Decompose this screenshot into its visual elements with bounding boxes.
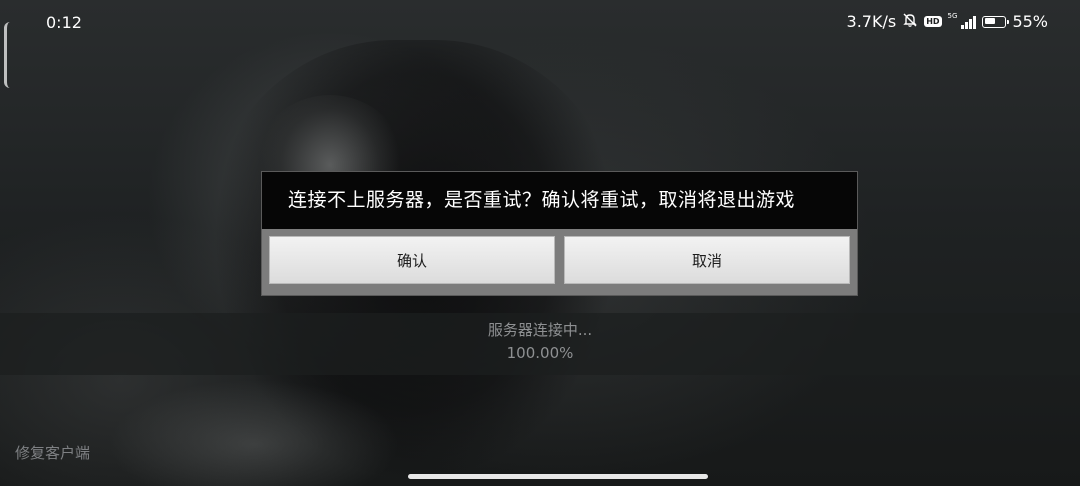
network-speed: 3.7K/s [846,12,897,31]
confirm-button[interactable]: 确认 [269,236,555,284]
battery-icon [982,15,1010,28]
status-bar: 0:12 3.7K/s HD 5G 55% [0,0,1080,46]
repair-client-link[interactable]: 修复客户端 [15,442,90,463]
dialog-message: 连接不上服务器，是否重试？确认将重试，取消将退出游戏 [288,189,796,211]
home-indicator[interactable] [408,474,708,479]
background-character-robe [110,360,470,486]
signal-icon [961,15,977,29]
dialog-header: 连接不上服务器，是否重试？确认将重试，取消将退出游戏 [262,172,857,229]
loading-panel: 服务器连接中... 100.00% [0,313,1080,375]
battery-percent: 55% [1012,12,1048,31]
mute-icon [902,12,918,31]
battery-level [984,18,995,24]
loading-progress-text: 100.00% [506,344,574,362]
hd-icon: HD [924,16,942,27]
game-screen: 0:12 3.7K/s HD 5G 55% 服务器连接中... 100.00% … [0,0,1080,486]
loading-status-text: 服务器连接中... [487,321,593,339]
cancel-button[interactable]: 取消 [564,236,850,284]
network-type-label: 5G [947,12,958,20]
clock: 0:12 [46,13,82,32]
edge-swipe-handle[interactable] [4,22,13,88]
status-indicators: 3.7K/s HD 5G 55% [847,12,1048,31]
connection-error-dialog: 连接不上服务器，是否重试？确认将重试，取消将退出游戏 确认 取消 [261,171,858,296]
